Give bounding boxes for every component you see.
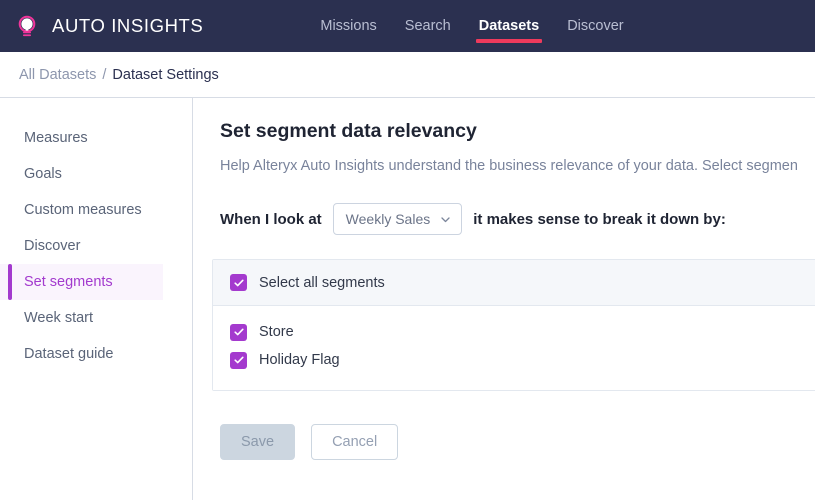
measure-select-value: Weekly Sales xyxy=(345,211,431,227)
segment-label: Holiday Flag xyxy=(259,352,340,368)
select-all-checkbox[interactable] xyxy=(230,274,247,291)
measure-select[interactable]: Weekly Sales xyxy=(332,203,463,235)
select-all-row[interactable]: Select all segments xyxy=(213,260,815,306)
page-title: Set segment data relevancy xyxy=(220,120,477,142)
top-navigation-bar: AUTO INSIGHTS Missions Search Datasets D… xyxy=(0,0,815,52)
nav-item-search[interactable]: Search xyxy=(391,0,465,52)
save-button[interactable]: Save xyxy=(220,424,296,460)
sentence-suffix: it makes sense to break it down by: xyxy=(473,210,726,228)
segment-row[interactable]: Holiday Flag xyxy=(230,346,815,374)
nav-item-missions[interactable]: Missions xyxy=(306,0,390,52)
sidebar-item-discover[interactable]: Discover xyxy=(0,228,163,264)
breadcrumb-all-datasets[interactable]: All Datasets xyxy=(19,67,96,83)
sentence-prefix: When I look at xyxy=(220,210,322,228)
measure-sentence: When I look at Weekly Sales it makes sen… xyxy=(220,203,815,235)
page-body: Measures Goals Custom measures Discover … xyxy=(0,98,815,500)
segments-panel: Select all segments Store Holiday Flag xyxy=(212,259,815,391)
page-description: Help Alteryx Auto Insights understand th… xyxy=(220,158,798,174)
sidebar-item-set-segments[interactable]: Set segments xyxy=(0,264,163,300)
breadcrumb-current: Dataset Settings xyxy=(112,66,219,83)
segment-checkbox-holiday-flag[interactable] xyxy=(230,351,247,369)
breadcrumb-separator: / xyxy=(102,66,107,83)
segment-label: Store xyxy=(259,324,294,340)
segment-row[interactable]: Store xyxy=(230,318,815,346)
sidebar-item-goals[interactable]: Goals xyxy=(0,156,163,192)
sidebar-item-week-start[interactable]: Week start xyxy=(0,300,163,336)
nav-item-datasets[interactable]: Datasets xyxy=(465,0,553,52)
nav-item-discover[interactable]: Discover xyxy=(553,0,637,52)
lightbulb-icon xyxy=(12,11,42,41)
segment-checkbox-store[interactable] xyxy=(230,323,247,341)
settings-sidebar: Measures Goals Custom measures Discover … xyxy=(0,98,193,500)
brand-name: AUTO INSIGHTS xyxy=(52,15,204,36)
chevron-down-icon xyxy=(440,214,451,225)
sidebar-item-measures[interactable]: Measures xyxy=(0,120,163,156)
brand-logo-group[interactable]: AUTO INSIGHTS xyxy=(12,11,203,41)
sidebar-item-dataset-guide[interactable]: Dataset guide xyxy=(0,336,163,372)
main-nav: Missions Search Datasets Discover xyxy=(306,0,637,52)
cancel-button[interactable]: Cancel xyxy=(311,424,399,460)
breadcrumb: All Datasets / Dataset Settings xyxy=(0,52,815,98)
form-actions: Save Cancel xyxy=(220,424,815,460)
select-all-label: Select all segments xyxy=(259,274,385,291)
settings-content: Set segment data relevancy Help Alteryx … xyxy=(193,98,815,500)
segment-list: Store Holiday Flag xyxy=(213,306,815,390)
sidebar-item-custom-measures[interactable]: Custom measures xyxy=(0,192,163,228)
